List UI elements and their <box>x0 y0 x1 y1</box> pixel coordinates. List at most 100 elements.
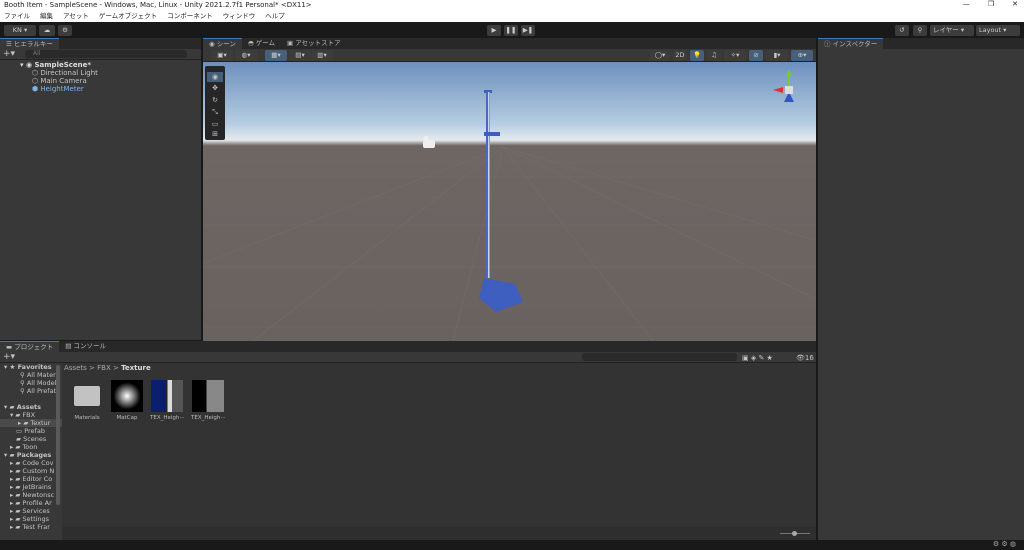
tools-overlay: ◉ ✥ ↻ ⤡ ▭ ⊞ <box>205 66 225 140</box>
pause-button[interactable]: ❚❚ <box>504 25 518 36</box>
folder-item[interactable]: ▸ ▰ Toon <box>10 443 37 451</box>
title-bar: Booth Item - SampleScene - Windows, Mac,… <box>0 0 1024 11</box>
menu-assets[interactable]: アセット <box>63 11 89 22</box>
package-item[interactable]: ▸ ▰ Editor Co <box>10 475 52 483</box>
cloud-icon[interactable]: ☁ <box>39 25 55 36</box>
tab-scene[interactable]: ◉ シーン <box>203 38 242 49</box>
fav-item[interactable]: ⚲ All Prefat <box>20 387 56 395</box>
maximize-button[interactable]: ❐ <box>988 0 994 8</box>
tab-hierarchy[interactable]: ☰ ヒエラルキー <box>0 38 59 49</box>
effects-dropdown[interactable]: ✧▾ <box>724 50 746 61</box>
fav-item[interactable]: ⚲ All Mater <box>20 371 56 379</box>
filter-icons[interactable]: ▣ ◈ ✎ ★ <box>742 354 773 362</box>
menu-file[interactable]: ファイル <box>4 11 30 22</box>
folder-item[interactable]: ▭ Prefab <box>16 427 45 435</box>
hierarchy-item[interactable]: ⬢ HeightMeter <box>32 85 84 93</box>
project-search-input[interactable] <box>582 353 737 361</box>
label: Toon <box>22 443 38 451</box>
rotate-tool-icon[interactable]: ↻ <box>207 96 223 104</box>
package-item[interactable]: ▸ ▰ Profile Ar <box>10 499 52 507</box>
tab-game[interactable]: ◓ ゲーム <box>242 38 281 49</box>
history-icon[interactable]: ↺ <box>895 25 909 36</box>
add-button[interactable]: +▾ <box>3 50 15 59</box>
texture-folder[interactable]: ▸ ▰ Textur <box>0 419 62 427</box>
package-item[interactable]: ▸ ▰ Services <box>10 507 50 515</box>
move-tool-icon[interactable]: ✥ <box>207 84 223 92</box>
snap-dropdown[interactable]: ▤▾ <box>289 50 311 61</box>
shading-dropdown[interactable]: ▣▾ <box>211 50 233 61</box>
asset-texture-2[interactable]: TEX_Heigh··· <box>191 380 225 421</box>
orientation-gizmo-icon[interactable] <box>769 68 803 110</box>
tab-label: ゲーム <box>255 39 275 47</box>
lighting-icon[interactable]: 💡 <box>690 50 704 61</box>
tab-project[interactable]: ▬ プロジェクト <box>0 341 60 352</box>
minimize-button[interactable]: — <box>963 0 970 8</box>
asset-texture-1[interactable]: TEX_Heigh··· <box>150 380 184 421</box>
package-item[interactable]: ▸ ▰ Settings <box>10 515 49 523</box>
menu-window[interactable]: ウィンドウ <box>223 11 256 22</box>
close-button[interactable]: ✕ <box>1012 0 1018 8</box>
search-icon[interactable]: ⚲ <box>913 25 927 36</box>
fav-item[interactable]: ⚲ All Model <box>20 379 56 387</box>
scale-tool-icon[interactable]: ⤡ <box>207 108 223 117</box>
hidden-objects-icon[interactable]: ⊘ <box>749 50 763 61</box>
tab-inspector[interactable]: ⓘ インスペクター <box>818 38 884 49</box>
label: Scenes <box>23 435 47 443</box>
package-item[interactable]: ▸ ▰ JetBrains <box>10 483 51 491</box>
asset-label: TEX_Heigh··· <box>150 415 184 421</box>
packages-folder[interactable]: ▾ ▰ Packages <box>4 451 51 459</box>
create-button[interactable]: +▾ <box>3 353 15 362</box>
asset-materials[interactable]: Materials <box>70 380 104 421</box>
status-icons[interactable]: ⚙ ⚙ ◍ <box>993 540 1016 548</box>
menu-gameobject[interactable]: ゲームオブジェクト <box>99 11 157 22</box>
view-tool-icon[interactable]: ◉ <box>207 72 223 82</box>
label: FBX <box>22 411 36 419</box>
package-item[interactable]: ▸ ▰ Custom N <box>10 467 54 475</box>
breadcrumb-texture[interactable]: Texture <box>121 364 151 372</box>
audio-icon[interactable]: ♫ <box>707 50 721 61</box>
scene-root[interactable]: ▾ ◉ SampleScene* <box>20 61 91 69</box>
tree-scrollbar[interactable] <box>56 365 60 505</box>
zoom-slider-handle[interactable] <box>792 531 797 536</box>
gizmo-grid-dropdown[interactable]: ▦▾ <box>265 50 287 61</box>
label: All Prefat <box>26 387 57 395</box>
scene-grid <box>203 90 816 341</box>
label: JetBrains <box>22 483 52 491</box>
package-item[interactable]: ▸ ▰ Newtonsc <box>10 491 54 499</box>
main-toolbar: KN ▾ ☁ ⚙ ▶ ❚❚ ▶❚ ↺ ⚲ レイヤー ▾ Layout ▾ <box>0 22 1024 38</box>
folder-item[interactable]: ▰ Scenes <box>16 435 46 443</box>
hierarchy-item[interactable]: ⬡ Main Camera <box>32 77 87 85</box>
breadcrumb-assets[interactable]: Assets <box>64 364 87 372</box>
draw-mode-dropdown[interactable]: ◍▾ <box>235 50 257 61</box>
rect-tool-icon[interactable]: ▭ <box>207 120 223 128</box>
hierarchy-item[interactable]: ⬡ Directional Light <box>32 69 98 77</box>
project-panel: ▬ プロジェクト ▤ コンソール +▾ ▣ ◈ ✎ ★ 👁16 ▾ ★ Favo… <box>0 341 816 540</box>
menu-edit[interactable]: 編集 <box>40 11 53 22</box>
layers-dropdown[interactable]: レイヤー ▾ <box>930 25 974 36</box>
layout-dropdown[interactable]: Layout ▾ <box>976 25 1020 36</box>
play-button[interactable]: ▶ <box>487 25 501 36</box>
asset-matcap[interactable]: MatCap <box>110 380 144 421</box>
fbx-folder[interactable]: ▾ ▰ FBX <box>10 411 35 419</box>
camera-gizmo-icon <box>423 136 435 148</box>
tab-console[interactable]: ▤ コンソール <box>59 341 112 352</box>
menu-help[interactable]: ヘルプ <box>265 11 285 22</box>
camera-dropdown[interactable]: ▮▾ <box>766 50 788 61</box>
increment-dropdown[interactable]: ▥▾ <box>311 50 333 61</box>
toggle-2d-button[interactable]: 2D <box>673 50 687 61</box>
orientation-dropdown[interactable]: ◯▾ <box>650 50 670 61</box>
breadcrumb-fbx[interactable]: FBX <box>97 364 111 372</box>
collab-icon[interactable]: ⚙ <box>58 25 72 36</box>
account-button[interactable]: KN ▾ <box>4 25 36 36</box>
gizmos-dropdown[interactable]: ⊕▾ <box>791 50 813 61</box>
assets-folder[interactable]: ▾ ▰ Assets <box>4 403 41 411</box>
hierarchy-search-input[interactable]: All <box>25 50 187 58</box>
package-item[interactable]: ▸ ▰ Test Frar <box>10 523 50 531</box>
tab-asset-store[interactable]: ▣ アセットストア <box>281 38 347 49</box>
transform-tool-icon[interactable]: ⊞ <box>207 130 223 138</box>
step-button[interactable]: ▶❚ <box>521 25 535 36</box>
favorites-item[interactable]: ▾ ★ Favorites <box>4 363 52 371</box>
menu-component[interactable]: コンポーネント <box>167 11 213 22</box>
package-item[interactable]: ▸ ▰ Code Cov <box>10 459 53 467</box>
scene-viewport[interactable]: ◉ ✥ ↻ ⤡ ▭ ⊞ <box>203 62 816 341</box>
